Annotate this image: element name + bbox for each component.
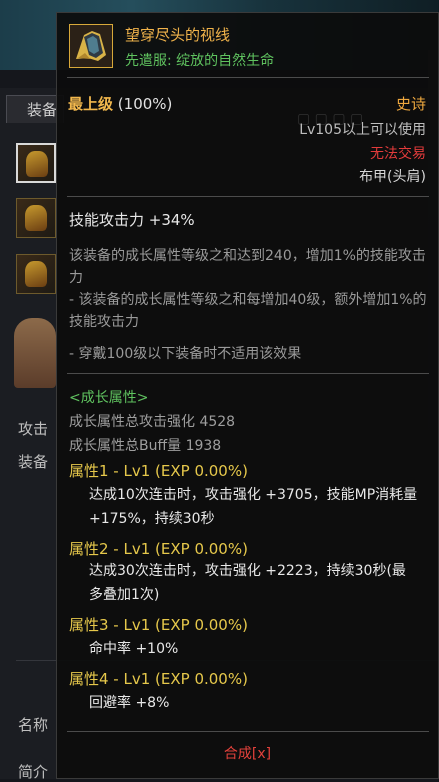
equipment-slot-3[interactable] <box>16 254 56 294</box>
divider-growth <box>67 373 429 374</box>
attribute-3-effect: 命中率 +10% <box>89 641 179 657</box>
attribute-1-title: 属性1 - Lv1 (EXP 0.00%) <box>69 462 248 480</box>
grade-value: (100%) <box>117 95 173 113</box>
attribute-2-effect: 达成30次连击时，攻击强化 +2223，持续30秒(最多叠加1次) <box>89 563 406 603</box>
attribute-2-title: 属性2 - Lv1 (EXP 0.00%) <box>69 540 248 558</box>
growth-header: <成长属性> <box>69 390 149 406</box>
item-tooltip: ▢ ▢ ▢ ▢ 望穿尽头的视线 先遣服: 绽放的自然生命 最上级 (100%) … <box>56 12 439 779</box>
set-name: 先遣服: 绽放的自然生命 <box>125 53 275 69</box>
bg-label-name: 名称 <box>18 716 49 734</box>
item-icon <box>69 24 113 68</box>
level-requirement: Lv105以上可以使用 <box>299 122 426 138</box>
attribute-3-title: 属性3 - Lv1 (EXP 0.00%) <box>69 616 248 634</box>
equip-type: 布甲(头肩) <box>359 169 426 185</box>
growth-buff-total: 成长属性总Buff量 1938 <box>69 438 222 454</box>
gauntlet-icon <box>70 25 112 67</box>
character-avatar <box>14 318 56 388</box>
item-grade: 最上级 (100%) <box>68 93 172 114</box>
attribute-4-effect: 回避率 +8% <box>89 695 170 711</box>
effect-note-1: - 该装备的成长属性等级之和每增加40级，额外增加1%的技能攻击力 <box>69 292 427 330</box>
divider-footer <box>67 731 429 732</box>
effect-note-2: - 穿戴100级以下装备时不适用该效果 <box>69 346 302 362</box>
attribute-1-effect: 达成10次连击时，攻击强化 +3705，技能MP消耗量 +175%，持续30秒 <box>89 487 418 527</box>
grade-label: 最上级 <box>68 95 114 113</box>
skill-attack-stat: 技能攻击力 +34% <box>69 211 195 229</box>
trade-status: 无法交易 <box>370 146 426 162</box>
item-name: 望穿尽头的视线 <box>125 26 231 44</box>
effect-description: 该装备的成长属性等级之和达到240，增加1%的技能攻击力 <box>69 248 426 286</box>
bg-label-equip: 装备 <box>18 453 49 471</box>
bg-label-attack: 攻击 <box>18 420 49 438</box>
attribute-4-title: 属性4 - Lv1 (EXP 0.00%) <box>69 670 248 688</box>
equipment-slot-shoulder[interactable] <box>16 143 56 183</box>
divider-stats <box>67 196 429 197</box>
item-rarity: 史诗 <box>395 95 426 113</box>
growth-attack-total: 成长属性总攻击强化 4528 <box>69 414 236 430</box>
divider-header <box>67 77 429 78</box>
equipment-slot-2[interactable] <box>16 198 56 238</box>
synthesize-hint: 合成[x] <box>223 746 272 762</box>
